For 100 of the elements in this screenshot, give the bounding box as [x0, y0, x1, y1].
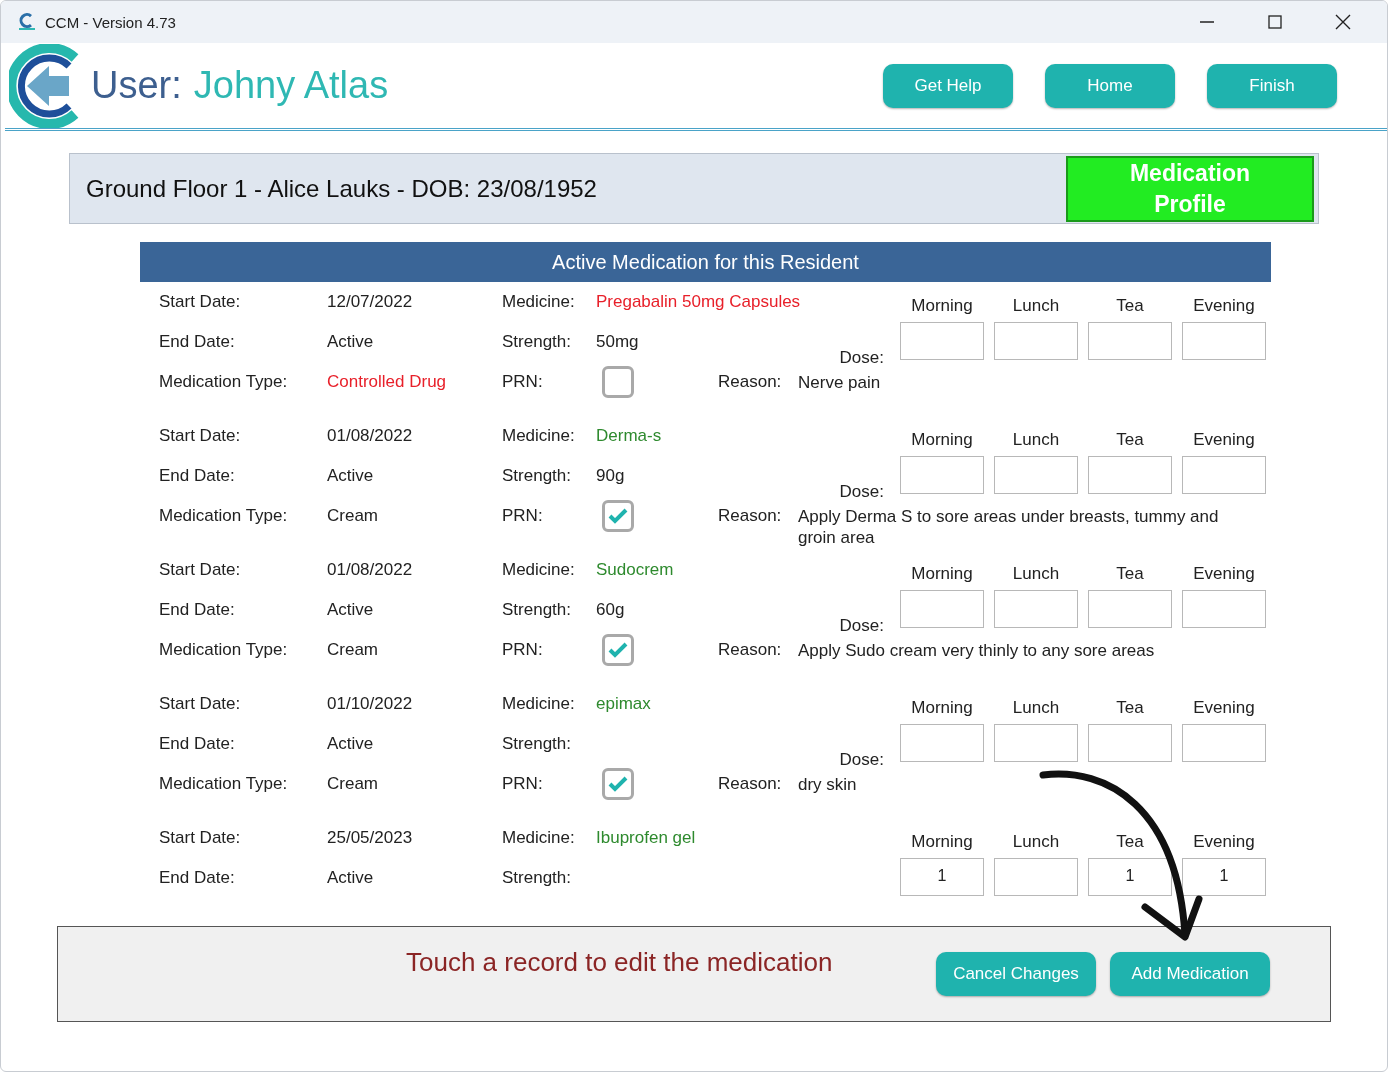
field-label: Start Date: — [159, 560, 242, 580]
prn-checkbox[interactable] — [602, 634, 634, 666]
field-label: Start Date: — [159, 292, 242, 312]
footer-button[interactable]: Add Medication — [1110, 952, 1270, 996]
field-label: Medication Type: — [159, 372, 289, 392]
dose-time-label: Lunch — [1011, 832, 1061, 853]
start-date: 01/10/2022 — [327, 694, 414, 714]
dose-input[interactable] — [1182, 590, 1266, 628]
user-name: Johny Atlas — [193, 64, 389, 107]
close-icon — [1335, 14, 1351, 30]
prn-checkbox[interactable] — [602, 768, 634, 800]
field-label: Start Date: — [159, 426, 242, 446]
field-label: Dose: — [839, 482, 884, 502]
dose-input[interactable] — [1088, 322, 1172, 360]
end-date: Active — [327, 734, 375, 754]
dose-time-label: Evening — [1192, 832, 1256, 853]
field-label: Medication Type: — [159, 774, 289, 794]
dose-time-label: Evening — [1192, 698, 1256, 719]
field-label: Medication Type: — [159, 506, 289, 526]
field-label: Dose: — [839, 750, 884, 770]
dose-input[interactable] — [1182, 724, 1266, 762]
header-button[interactable]: Get Help — [883, 63, 1013, 108]
dose-input[interactable] — [994, 322, 1078, 360]
medication-profile-button[interactable]: Medication Profile — [1066, 155, 1314, 222]
dose-input[interactable] — [1088, 590, 1172, 628]
field-label: PRN: — [502, 774, 544, 794]
dose-input[interactable] — [900, 724, 984, 762]
dose-time-label: Evening — [1192, 430, 1256, 451]
field-label: Strength: — [502, 600, 572, 620]
dose-input[interactable] — [900, 322, 984, 360]
field-label: Dose: — [839, 616, 884, 636]
end-date: Active — [327, 466, 375, 486]
field-label: Dose: — [839, 348, 884, 368]
field-label: End Date: — [159, 734, 236, 754]
dose-input[interactable] — [1182, 456, 1266, 494]
footer-button[interactable]: Cancel Changes — [936, 952, 1096, 996]
medicine-name: Sudocrem — [596, 560, 675, 580]
dose-time-label: Morning — [910, 296, 974, 317]
dose-input[interactable] — [900, 590, 984, 628]
field-label: Strength: — [502, 868, 572, 888]
start-date: 01/08/2022 — [327, 426, 414, 446]
reason-text: Apply Sudo cream very thinly to any sore areas — [798, 640, 1156, 661]
dose-time-label: Morning — [910, 564, 974, 585]
field-label: Strength: — [502, 332, 572, 352]
dose-time-label: Lunch — [1011, 698, 1061, 719]
end-date: Active — [327, 332, 375, 352]
medication-type: Cream — [327, 506, 379, 526]
reason-text: dry skin — [798, 774, 858, 795]
dose-time-label: Tea — [1115, 430, 1145, 451]
medicine-name: Ibuprofen gel — [596, 828, 697, 848]
start-date: 01/08/2022 — [327, 560, 414, 580]
prn-checkbox[interactable] — [602, 500, 634, 532]
dose-input[interactable] — [994, 724, 1078, 762]
field-label: Strength: — [502, 734, 572, 754]
dose-time-label: Lunch — [1011, 430, 1061, 451]
window-title: CCM - Version 4.73 — [45, 13, 177, 31]
header-button[interactable]: Finish — [1207, 63, 1337, 108]
dose-time-label: Tea — [1115, 832, 1145, 853]
field-label: PRN: — [502, 506, 544, 526]
dose-time-label: Tea — [1115, 564, 1145, 585]
field-label: Reason: — [718, 506, 783, 526]
field-label: PRN: — [502, 640, 544, 660]
strength-value: 60g — [596, 600, 626, 620]
header-button[interactable]: Home — [1045, 63, 1175, 108]
field-label: Medicine: — [502, 694, 576, 714]
dose-input[interactable]: 1 — [1088, 858, 1172, 896]
prn-checkbox[interactable] — [602, 366, 634, 398]
end-date: Active — [327, 868, 375, 888]
dose-input[interactable] — [1088, 724, 1172, 762]
dose-input[interactable] — [994, 456, 1078, 494]
reason-text: Nerve pain — [798, 372, 882, 393]
resident-summary: Ground Floor 1 - Alice Lauks - DOB: 23/08/1952 — [86, 174, 598, 203]
field-label: Reason: — [718, 774, 783, 794]
dose-input[interactable] — [994, 858, 1078, 896]
field-label: Start Date: — [159, 828, 242, 848]
end-date: Active — [327, 600, 375, 620]
field-label: End Date: — [159, 600, 236, 620]
dose-time-label: Lunch — [1011, 564, 1061, 585]
edit-hint: Touch a record to edit the medication — [406, 946, 834, 978]
dose-time-label: Lunch — [1011, 296, 1061, 317]
strength-value: 50mg — [596, 332, 640, 352]
medication-type: Cream — [327, 640, 379, 660]
back-arrow-logo-icon[interactable] — [9, 43, 81, 128]
table-title: Active Medication for this Resident — [140, 242, 1271, 282]
maximize-icon — [1268, 15, 1282, 29]
field-label: Reason: — [718, 640, 783, 660]
checkmark-icon — [608, 508, 628, 524]
dose-input[interactable] — [994, 590, 1078, 628]
dose-time-label: Morning — [910, 698, 974, 719]
dose-input[interactable]: 1 — [1182, 858, 1266, 896]
medicine-name: epimax — [596, 694, 652, 714]
dose-input[interactable] — [1182, 322, 1266, 360]
user-label: User: — [91, 64, 182, 107]
field-label: PRN: — [502, 372, 544, 392]
dose-input[interactable] — [1088, 456, 1172, 494]
dose-time-label: Evening — [1192, 296, 1256, 317]
dose-input[interactable]: 1 — [900, 858, 984, 896]
start-date: 25/05/2023 — [327, 828, 414, 848]
dose-input[interactable] — [900, 456, 984, 494]
field-label: End Date: — [159, 332, 236, 352]
